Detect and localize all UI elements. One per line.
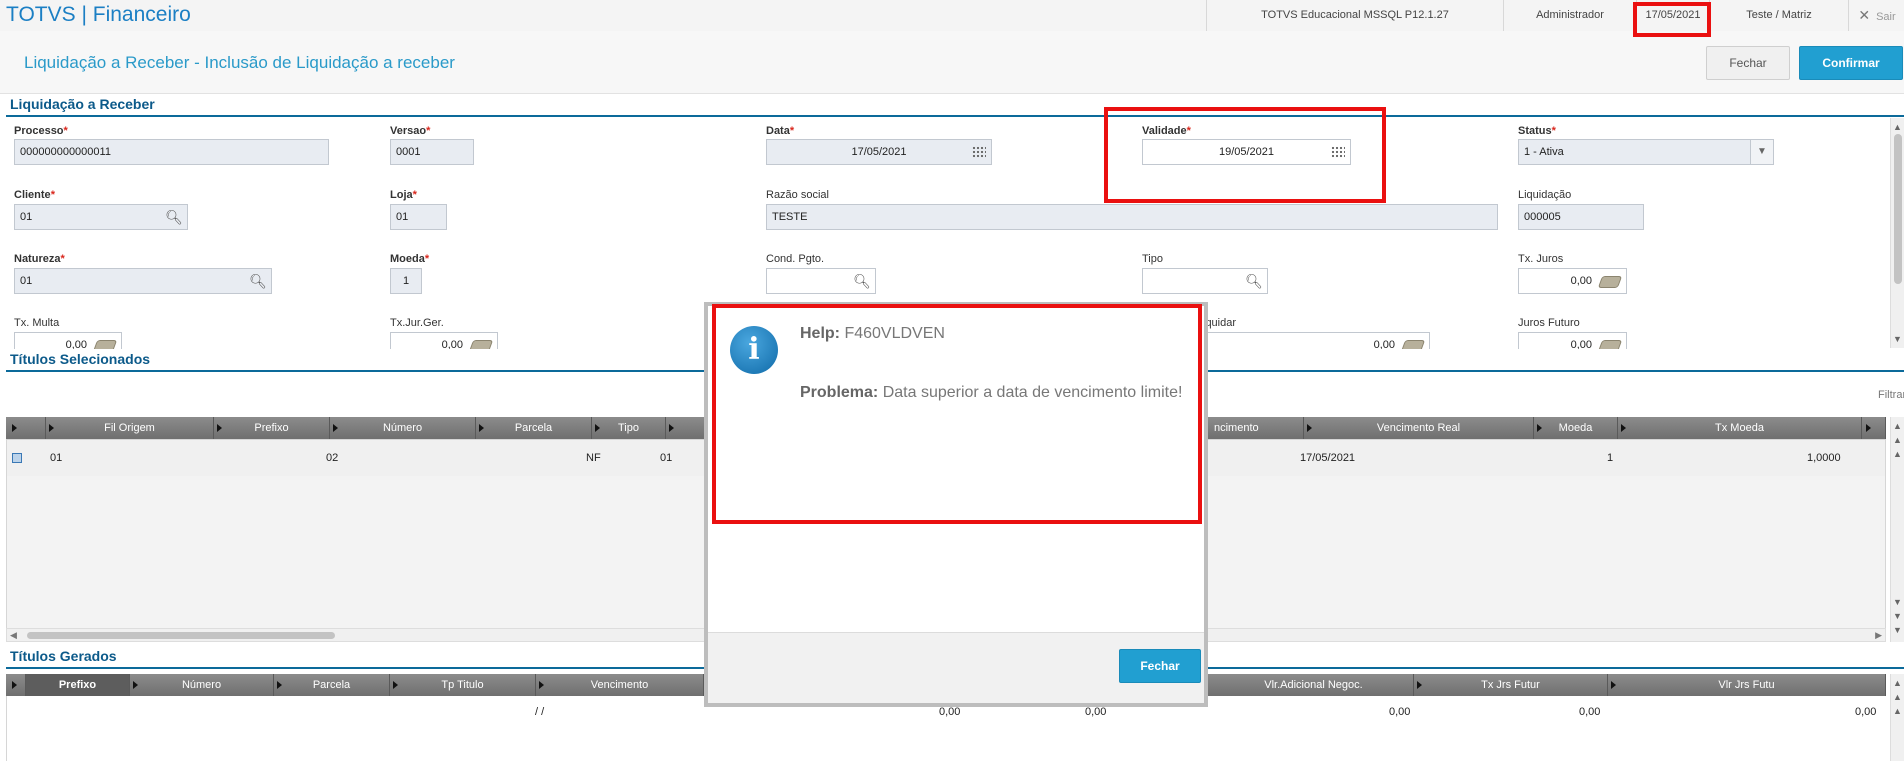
col-tipo[interactable]: Tipo	[592, 417, 666, 439]
col-vencimento[interactable]: Vencimento	[536, 674, 704, 696]
cliente-label: Cliente*	[14, 189, 55, 201]
cliente-field[interactable]: 01 🔍︎	[14, 204, 188, 230]
money-icon[interactable]	[1597, 276, 1623, 288]
versao-label: Versao*	[390, 125, 431, 137]
razao-social-field[interactable]: TESTE	[766, 204, 1498, 230]
user-menu[interactable]: Administrador	[1503, 0, 1636, 31]
money-icon[interactable]	[1597, 340, 1623, 349]
col-tx-moeda[interactable]: Tx Moeda	[1618, 417, 1862, 439]
exit-button[interactable]: ✕ Sair	[1848, 0, 1904, 31]
section-divider	[6, 115, 1904, 117]
dialog-close-button[interactable]: Fechar	[1119, 649, 1201, 683]
close-button[interactable]: Fechar	[1706, 46, 1790, 80]
top-bar: TOTVS | Financeiro TOTVS Educacional MSS…	[0, 0, 1904, 32]
natureza-label: Natureza*	[14, 253, 65, 265]
confirm-button[interactable]: Confirmar	[1799, 46, 1903, 80]
money-icon[interactable]	[468, 340, 494, 349]
exit-label: Sair	[1876, 11, 1896, 23]
col-prefixo[interactable]: Prefixo	[26, 674, 130, 696]
col-numero[interactable]: Número	[130, 674, 274, 696]
page-title: Liquidação a Receber - Inclusão de Liqui…	[24, 53, 455, 72]
col-tx-jrs-futur[interactable]: Tx Jrs Futur	[1414, 674, 1608, 696]
natureza-field[interactable]: 01 🔍︎	[14, 268, 272, 294]
tipo-field[interactable]: 🔍︎	[1142, 268, 1268, 294]
filter-link[interactable]: Filtrar	[1878, 389, 1904, 401]
cond-pgto-label: Cond. Pgto.	[766, 253, 825, 265]
col-tp-titulo[interactable]: Tp Titulo	[390, 674, 536, 696]
moeda-field[interactable]: 1	[390, 268, 422, 294]
close-icon: ✕	[1858, 7, 1871, 23]
highlight-validade	[1104, 107, 1386, 203]
col-vencimento[interactable]: ncimento	[1214, 417, 1304, 439]
money-icon[interactable]	[92, 340, 118, 349]
generated-table-vscroll[interactable]: ▲ ▲ ▲	[1890, 674, 1904, 761]
section-title-liquidacao: Liquidação a Receber	[10, 96, 155, 112]
highlight-dialog-message	[712, 304, 1202, 524]
loja-field[interactable]: 01	[390, 204, 447, 230]
tx-jur-ger-field[interactable]: 0,00	[390, 332, 498, 349]
tx-juros-label: Tx. Juros	[1518, 253, 1564, 265]
tx-multa-field[interactable]: 0,00	[14, 332, 122, 349]
status-select[interactable]: 1 - Ativa ▼	[1518, 139, 1774, 165]
col-parcela[interactable]: Parcela	[476, 417, 592, 439]
loja-label: Loja*	[390, 189, 417, 201]
col-parcela[interactable]: Parcela	[274, 674, 390, 696]
col-moeda[interactable]: Moeda	[1534, 417, 1618, 439]
processo-label: Processo*	[14, 125, 68, 137]
processo-field[interactable]: 000000000000011	[14, 139, 329, 165]
chevron-down-icon[interactable]: ▼	[1750, 140, 1773, 164]
juros-futuro-field[interactable]: 0,00	[1518, 332, 1627, 349]
data-field[interactable]: 17/05/2021	[766, 139, 992, 165]
col-vencimento-real[interactable]: Vencimento Real	[1304, 417, 1534, 439]
search-icon[interactable]: 🔍︎	[1241, 269, 1267, 293]
app-title: TOTVS | Financeiro	[6, 3, 191, 26]
col-numero[interactable]: Número	[330, 417, 476, 439]
col-fil-origem[interactable]: Fil Origem	[46, 417, 214, 439]
moeda-label: Moeda*	[390, 253, 430, 265]
money-icon[interactable]	[1400, 340, 1426, 349]
search-icon[interactable]: 🔍︎	[161, 205, 187, 229]
data-label: Data*	[766, 125, 795, 137]
tx-juros-field[interactable]: 0,00	[1518, 268, 1627, 294]
form-scrollbar[interactable]: ▲ ▼	[1890, 118, 1904, 348]
environment-label: TOTVS Educacional MSSQL P12.1.27	[1206, 0, 1503, 31]
section-title-gerados: Títulos Gerados	[10, 648, 117, 664]
a-liquidar-field[interactable]: 0,00	[1180, 332, 1430, 349]
cond-pgto-field[interactable]: 🔍︎	[766, 268, 876, 294]
liquidacao-field[interactable]: 000005	[1518, 204, 1644, 230]
section-title-selecionados: Títulos Selecionados	[10, 351, 151, 367]
page-header: Liquidação a Receber - Inclusão de Liqui…	[0, 31, 1904, 94]
col-prefixo[interactable]: Prefixo	[214, 417, 330, 439]
tx-multa-label: Tx. Multa	[14, 317, 60, 329]
razao-social-label: Razão social	[766, 189, 829, 201]
versao-field[interactable]: 0001	[390, 139, 474, 165]
juros-futuro-label: Juros Futuro	[1518, 317, 1580, 329]
row-checkbox[interactable]	[12, 453, 22, 463]
search-icon[interactable]: 🔍︎	[849, 269, 875, 293]
col-vlr-jrs-futu[interactable]: Vlr Jrs Futu	[1608, 674, 1886, 696]
dialog-footer: Fechar	[708, 632, 1204, 703]
status-label: Status*	[1518, 125, 1556, 137]
col-vlr-adicional[interactable]: Vlr.Adicional Negoc.	[1214, 674, 1414, 696]
highlight-system-date	[1633, 2, 1711, 37]
calendar-icon[interactable]	[972, 146, 986, 158]
tx-jur-ger-label: Tx.Jur.Ger.	[390, 317, 444, 329]
tipo-label: Tipo	[1142, 253, 1163, 265]
branch-selector[interactable]: Teste / Matriz	[1709, 0, 1848, 31]
liquidacao-label: Liquidação	[1518, 189, 1572, 201]
selected-table-vscroll[interactable]: ▲ ▲ ▲ ▼ ▼ ▼	[1890, 417, 1904, 642]
search-icon[interactable]: 🔍︎	[245, 269, 271, 293]
